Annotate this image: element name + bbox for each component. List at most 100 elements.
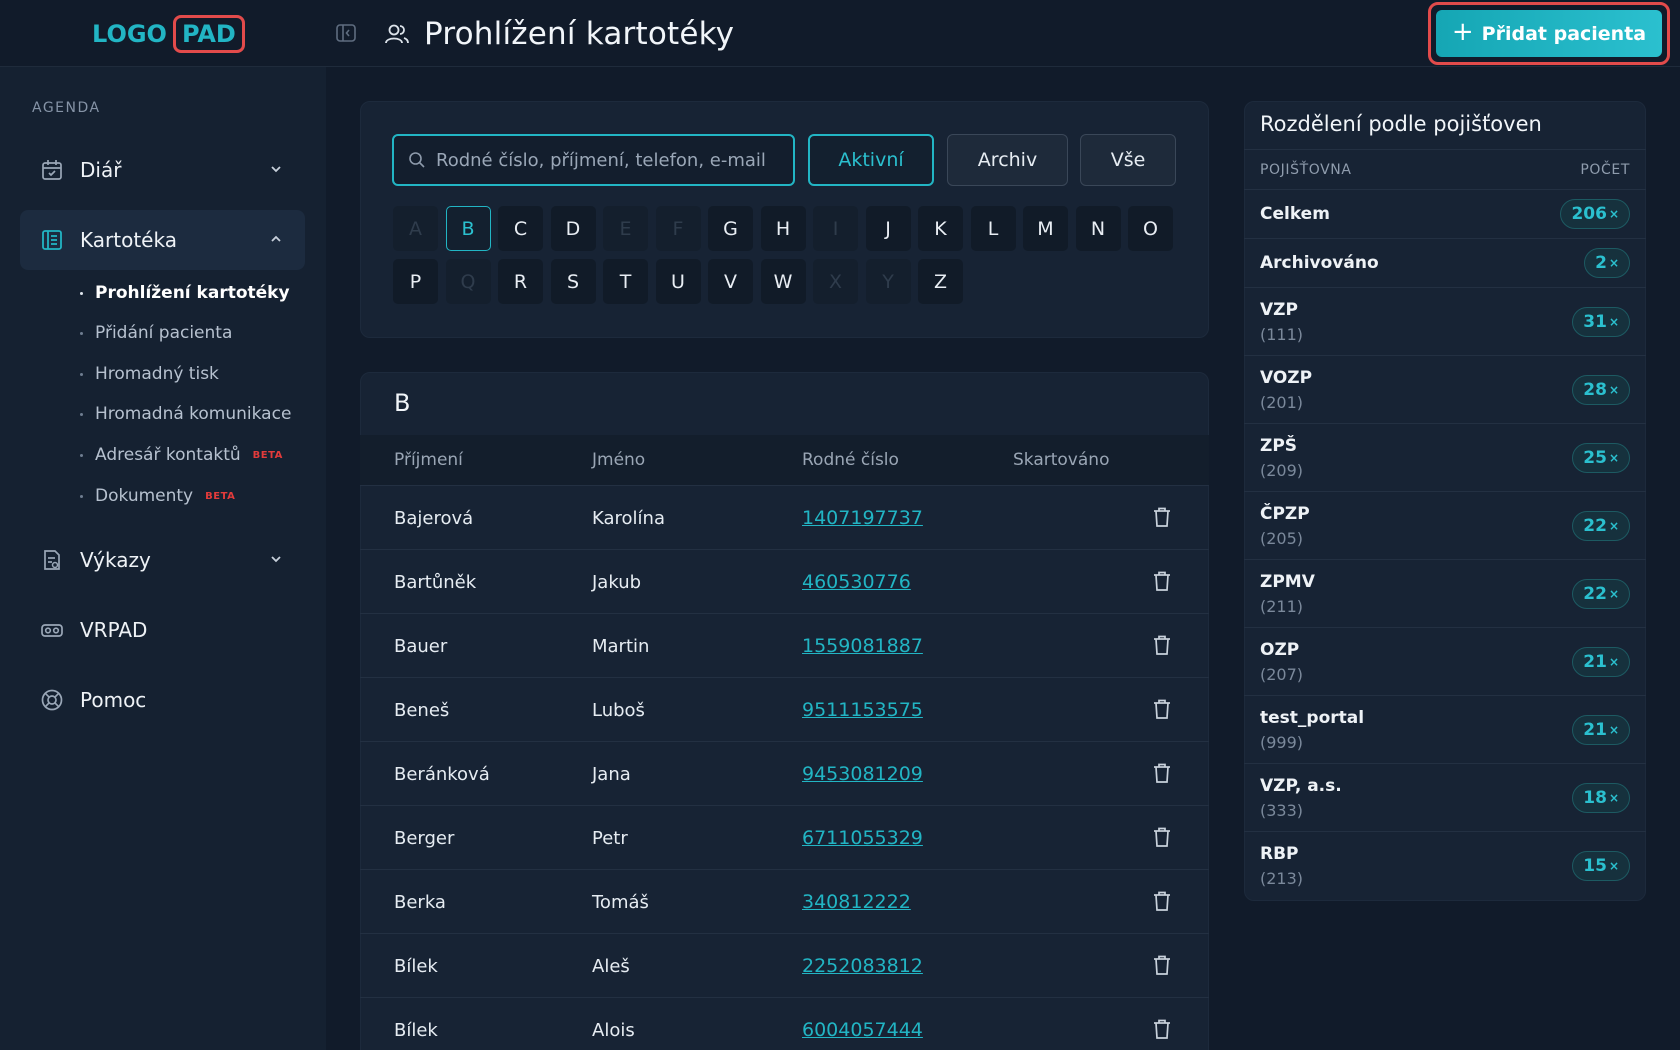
sidebar-item-vykazy[interactable]: Výkazy — [20, 530, 305, 590]
insurer-name: OZP — [1260, 640, 1300, 660]
filter-archive-button[interactable]: Archiv — [947, 134, 1068, 186]
insurer-code: (333) — [1260, 801, 1304, 820]
birth-number-link[interactable]: 1559081887 — [802, 635, 923, 657]
table-row[interactable]: Berger Petr 6711055329 — [360, 805, 1209, 869]
trash-icon[interactable] — [1152, 890, 1172, 912]
table-row[interactable]: Beneš Luboš 9511153575 — [360, 677, 1209, 741]
letter-filter-j[interactable]: J — [865, 206, 911, 251]
table-row[interactable]: Bílek Alois 6004057444 — [360, 997, 1209, 1050]
letter-filter-y: Y — [865, 259, 911, 304]
sidebar-item-label: VRPAD — [80, 618, 148, 642]
sidebar-subitem-adresar[interactable]: Adresář kontaktů BETA — [80, 445, 283, 465]
cell-name: Martin — [592, 636, 650, 657]
insurer-row: VZP (111) 31 × — [1244, 287, 1646, 355]
insurer-name: VZP — [1260, 300, 1298, 320]
table-row[interactable]: Bauer Martin 1559081887 — [360, 613, 1209, 677]
sidebar-subitem-tisk[interactable]: Hromadný tisk — [80, 364, 219, 384]
birth-number-link[interactable]: 6004057444 — [802, 1019, 923, 1041]
sidebar-item-pomoc[interactable]: Pomoc — [20, 670, 305, 730]
sidebar-subitem-pridani[interactable]: Přidání pacienta — [80, 323, 232, 343]
count-value: 18 — [1583, 788, 1607, 808]
table-row[interactable]: Bartůněk Jakub 460530776 — [360, 549, 1209, 613]
filter-all-button[interactable]: Vše — [1080, 134, 1176, 186]
count-badge: 28 × — [1572, 375, 1630, 405]
bullet-dot — [80, 453, 83, 457]
count-value: 206 — [1571, 204, 1607, 224]
count-suffix: × — [1608, 587, 1619, 601]
trash-icon[interactable] — [1152, 954, 1172, 976]
count-value: 21 — [1583, 652, 1607, 672]
birth-number-link[interactable]: 1407197737 — [802, 507, 923, 529]
birth-number-link[interactable]: 9453081209 — [802, 763, 923, 785]
letter-filter-h[interactable]: H — [760, 206, 806, 251]
table-header: Příjmení Jméno Rodné číslo Skartováno — [360, 435, 1209, 485]
trash-icon[interactable] — [1152, 506, 1172, 528]
letter-filter-z[interactable]: Z — [918, 259, 963, 304]
letter-filter-r[interactable]: R — [498, 259, 543, 304]
sidebar-subitem-komunikace[interactable]: Hromadná komunikace — [80, 404, 291, 424]
trash-icon[interactable] — [1152, 826, 1172, 848]
letter-filter-o[interactable]: O — [1128, 206, 1173, 251]
table-row[interactable]: Bílek Aleš 2252083812 — [360, 933, 1209, 997]
birth-number-link[interactable]: 6711055329 — [802, 827, 923, 849]
cell-name: Jakub — [592, 572, 642, 593]
sidebar-subitem-dokumenty[interactable]: Dokumenty BETA — [80, 486, 235, 506]
letter-filter-w[interactable]: W — [760, 259, 806, 304]
search-field[interactable] — [392, 134, 795, 186]
letter-filter-v[interactable]: V — [708, 259, 753, 304]
sidebar-item-kartoteka[interactable]: Kartotéka — [20, 210, 305, 270]
count-badge: 15 × — [1572, 851, 1630, 881]
count-suffix: × — [1608, 859, 1619, 873]
letter-filter-b[interactable]: B — [445, 206, 491, 251]
plus-icon: + — [1451, 17, 1474, 47]
cell-surname: Beránková — [394, 764, 490, 785]
count-value: 2 — [1595, 253, 1607, 273]
insurer-row: Celkem 206 × — [1244, 189, 1646, 238]
app-logo[interactable]: LOGO PAD — [92, 13, 245, 55]
trash-icon[interactable] — [1152, 762, 1172, 784]
trash-icon[interactable] — [1152, 1018, 1172, 1040]
count-badge: 18 × — [1572, 783, 1630, 813]
insurer-code: (111) — [1260, 325, 1304, 344]
letter-filter-u[interactable]: U — [655, 259, 701, 304]
letter-filter-n[interactable]: N — [1075, 206, 1121, 251]
insurers-table-header: POJIŠŤOVNA POČET — [1244, 149, 1646, 189]
letter-filter-t[interactable]: T — [603, 259, 648, 304]
trash-icon[interactable] — [1152, 570, 1172, 592]
subitem-label: Adresář kontaktů — [95, 445, 241, 465]
column-header-shredded: Skartováno — [1013, 450, 1110, 470]
table-row[interactable]: Bajerová Karolína 1407197737 — [360, 485, 1209, 549]
users-icon — [385, 24, 409, 44]
trash-icon[interactable] — [1152, 634, 1172, 656]
sidebar-subitem-prohlizeni[interactable]: Prohlížení kartotéky — [80, 283, 290, 303]
bullet-dot — [80, 372, 83, 376]
trash-icon[interactable] — [1152, 698, 1172, 720]
birth-number-link[interactable]: 340812222 — [802, 891, 911, 913]
sidebar-collapse-icon[interactable] — [335, 22, 357, 44]
chevron-down-icon — [271, 166, 281, 173]
table-row[interactable]: Beránková Jana 9453081209 — [360, 741, 1209, 805]
sidebar-item-diar[interactable]: Diář — [20, 140, 305, 200]
insurer-code: (211) — [1260, 597, 1304, 616]
search-input[interactable] — [436, 149, 786, 171]
letter-filter-m[interactable]: M — [1023, 206, 1068, 251]
cell-surname: Berger — [394, 828, 455, 849]
sidebar-item-vrpad[interactable]: VRPAD — [20, 600, 305, 660]
letter-filter-g[interactable]: G — [708, 206, 753, 251]
letter-filter-k[interactable]: K — [918, 206, 963, 251]
table-row[interactable]: Berka Tomáš 340812222 — [360, 869, 1209, 933]
insurer-name: Archivováno — [1260, 253, 1379, 273]
lifebuoy-icon — [41, 689, 63, 711]
add-patient-button[interactable]: + Přidat pacienta — [1436, 10, 1662, 57]
birth-number-link[interactable]: 460530776 — [802, 571, 911, 593]
letter-filter-l[interactable]: L — [970, 206, 1016, 251]
letter-filter-s[interactable]: S — [550, 259, 596, 304]
letter-filter-c[interactable]: C — [498, 206, 543, 251]
birth-number-link[interactable]: 2252083812 — [802, 955, 923, 977]
filter-active-button[interactable]: Aktivní — [808, 134, 934, 186]
letter-filter-d[interactable]: D — [550, 206, 596, 251]
insurer-row: RBP (213) 15 × — [1244, 831, 1646, 899]
letter-filter-p[interactable]: P — [393, 259, 438, 304]
cell-name: Karolína — [592, 508, 665, 529]
birth-number-link[interactable]: 9511153575 — [802, 699, 923, 721]
